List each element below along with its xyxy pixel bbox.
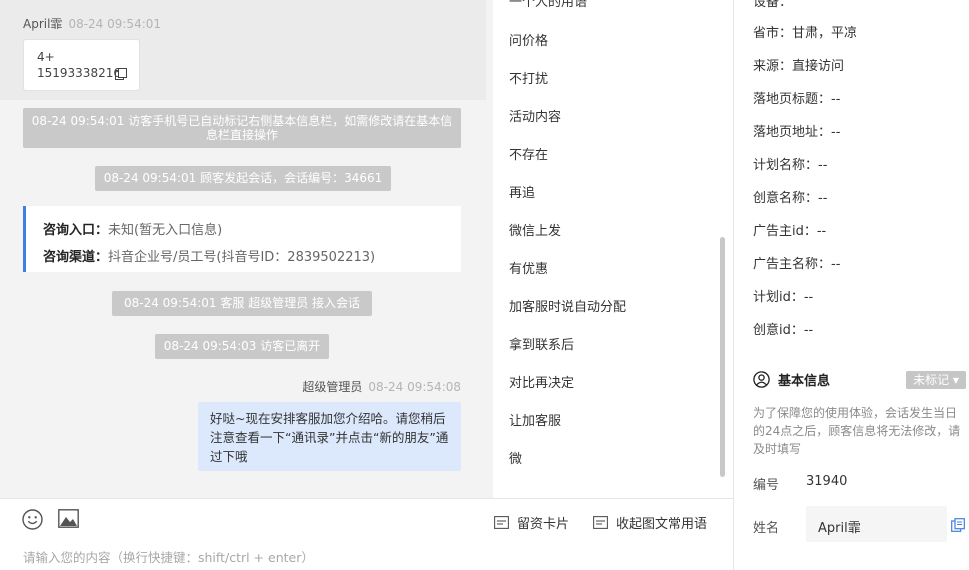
info-row-device: 设备： xyxy=(753,0,793,10)
quick-reply-item[interactable]: 再追 xyxy=(509,182,535,201)
customer-header: April霏 08-24 09:54:01 xyxy=(23,15,161,32)
info-row-creative-id: 创意id：-- xyxy=(753,323,814,338)
quick-reply-item[interactable]: 问价格 xyxy=(509,30,548,49)
system-message: 08-24 09:54:01 顾客发起会话，会话编号：34661 xyxy=(95,166,391,191)
customer-message: April霏 08-24 09:54:01 4+ 15193338216 xyxy=(0,0,486,100)
emoji-icon[interactable] xyxy=(22,509,43,530)
system-message: 08-24 09:54:03 访客已离开 xyxy=(155,334,329,359)
message-input[interactable]: 请输入您的内容（换行快捷键：shift/ctrl + enter） xyxy=(23,547,314,566)
channel-row: 咨询渠道：抖音企业号/员工号(抖音号ID：2839502213) xyxy=(43,244,461,271)
input-area: 留资卡片 收起图文常用语 请输入您的内容（换行快捷键：shift/ctrl + … xyxy=(0,498,733,570)
agent-name: 超级管理员 xyxy=(302,380,363,394)
customer-name: April霏 xyxy=(23,17,63,31)
agent-header: 超级管理员 08-24 09:54:08 xyxy=(302,378,461,395)
info-row-advertiser-id: 广告主id：-- xyxy=(753,224,827,239)
name-label: 姓名 xyxy=(753,521,780,536)
info-card-label: 留资卡片 xyxy=(517,517,570,532)
mark-status-dropdown[interactable]: 未标记 ▾ xyxy=(906,371,966,389)
quick-reply-item[interactable]: 微 xyxy=(509,448,522,467)
quick-reply-item[interactable]: 不打扰 xyxy=(509,68,548,87)
info-row-region: 省市：甘肃，平凉 xyxy=(753,26,858,41)
customer-time: 08-24 09:54:01 xyxy=(68,17,162,31)
info-row-landing-url: 落地页地址：-- xyxy=(753,125,841,140)
id-label: 编号 xyxy=(753,478,780,493)
info-row-plan-name: 计划名称：-- xyxy=(753,158,828,173)
info-row-creative-name: 创意名称：-- xyxy=(753,191,828,206)
phrase-icon xyxy=(593,516,608,529)
user-icon xyxy=(753,371,770,388)
phone-card-line1: 4+ xyxy=(37,50,55,64)
info-row-plan-id: 计划id：-- xyxy=(753,290,814,305)
quick-reply-item[interactable]: 微信上发 xyxy=(509,220,561,239)
entry-info-card: 咨询入口：未知(暂无入口信息) 咨询渠道：抖音企业号/员工号(抖音号ID：283… xyxy=(23,206,461,272)
quick-reply-item[interactable]: 让加客服 xyxy=(509,410,561,429)
quick-reply-item[interactable]: 拿到联系后 xyxy=(509,334,574,353)
quick-reply-item[interactable]: 活动内容 xyxy=(509,106,561,125)
entry-row: 咨询入口：未知(暂无入口信息) xyxy=(43,217,461,244)
copy-icon[interactable] xyxy=(951,518,965,532)
channel-label: 咨询渠道： xyxy=(43,250,109,265)
copy-icon[interactable] xyxy=(115,68,127,80)
chat-panel: April霏 08-24 09:54:01 4+ 15193338216 08-2… xyxy=(0,0,493,498)
quick-reply-item[interactable]: 对比再决定 xyxy=(509,372,574,391)
scrollbar-thumb[interactable] xyxy=(720,237,725,477)
info-row-landing-title: 落地页标题：-- xyxy=(753,92,841,107)
edit-deadline-note: 为了保障您的使用体验，会话发生当日的24点之后，顾客信息将无法修改，请及时填写 xyxy=(753,406,961,456)
info-row-advertiser-name: 广告主名称：-- xyxy=(753,257,841,272)
system-message: 08-24 09:54:01 访客手机号已自动标记右侧基本信息栏，如需修改请在基… xyxy=(23,108,461,148)
system-message: 08-24 09:54:01 客服 超级管理员 接入会话 xyxy=(112,291,372,316)
collapse-phrases-label: 收起图文常用语 xyxy=(616,517,708,532)
card-icon xyxy=(494,516,509,529)
info-card-button[interactable]: 留资卡片 xyxy=(494,513,569,532)
quick-reply-item[interactable]: 有优惠 xyxy=(509,258,548,277)
entry-label: 咨询入口： xyxy=(43,223,109,238)
agent-message: 好哒~现在安排客服加您介绍哈。请您稍后注意查看一下“通讯录”并点击“新的朋友”通… xyxy=(198,402,461,471)
info-row-source: 来源：直接访问 xyxy=(753,59,845,74)
channel-value: 抖音企业号/员工号(抖音号ID：2839502213) xyxy=(108,250,376,265)
quick-reply-item[interactable]: 不存在 xyxy=(509,144,548,163)
image-icon[interactable] xyxy=(58,509,79,528)
basic-info-label: 基本信息 xyxy=(778,374,831,389)
agent-time: 08-24 09:54:08 xyxy=(368,380,461,394)
quick-reply-item[interactable]: 一个人的用语 xyxy=(509,0,587,10)
visitor-info-panel: 设备： 省市：甘肃，平凉 来源：直接访问 落地页标题：-- 落地页地址：-- 计… xyxy=(734,0,969,570)
basic-info-title: 基本信息 xyxy=(753,370,830,389)
mark-status-label: 未标记 xyxy=(913,373,950,387)
caret-down-icon: ▾ xyxy=(949,373,959,387)
entry-value: 未知(暂无入口信息) xyxy=(108,223,223,238)
name-input[interactable]: April霏 xyxy=(806,506,947,542)
phone-card: 4+ 15193338216 xyxy=(23,39,140,91)
id-value: 31940 xyxy=(806,474,848,489)
collapse-phrases-button[interactable]: 收起图文常用语 xyxy=(593,513,707,532)
quick-reply-panel: 一个人的用语 问价格 不打扰 活动内容 不存在 再追 微信上发 有优惠 加客服时… xyxy=(493,0,733,498)
quick-reply-item[interactable]: 加客服时说自动分配 xyxy=(509,296,626,315)
